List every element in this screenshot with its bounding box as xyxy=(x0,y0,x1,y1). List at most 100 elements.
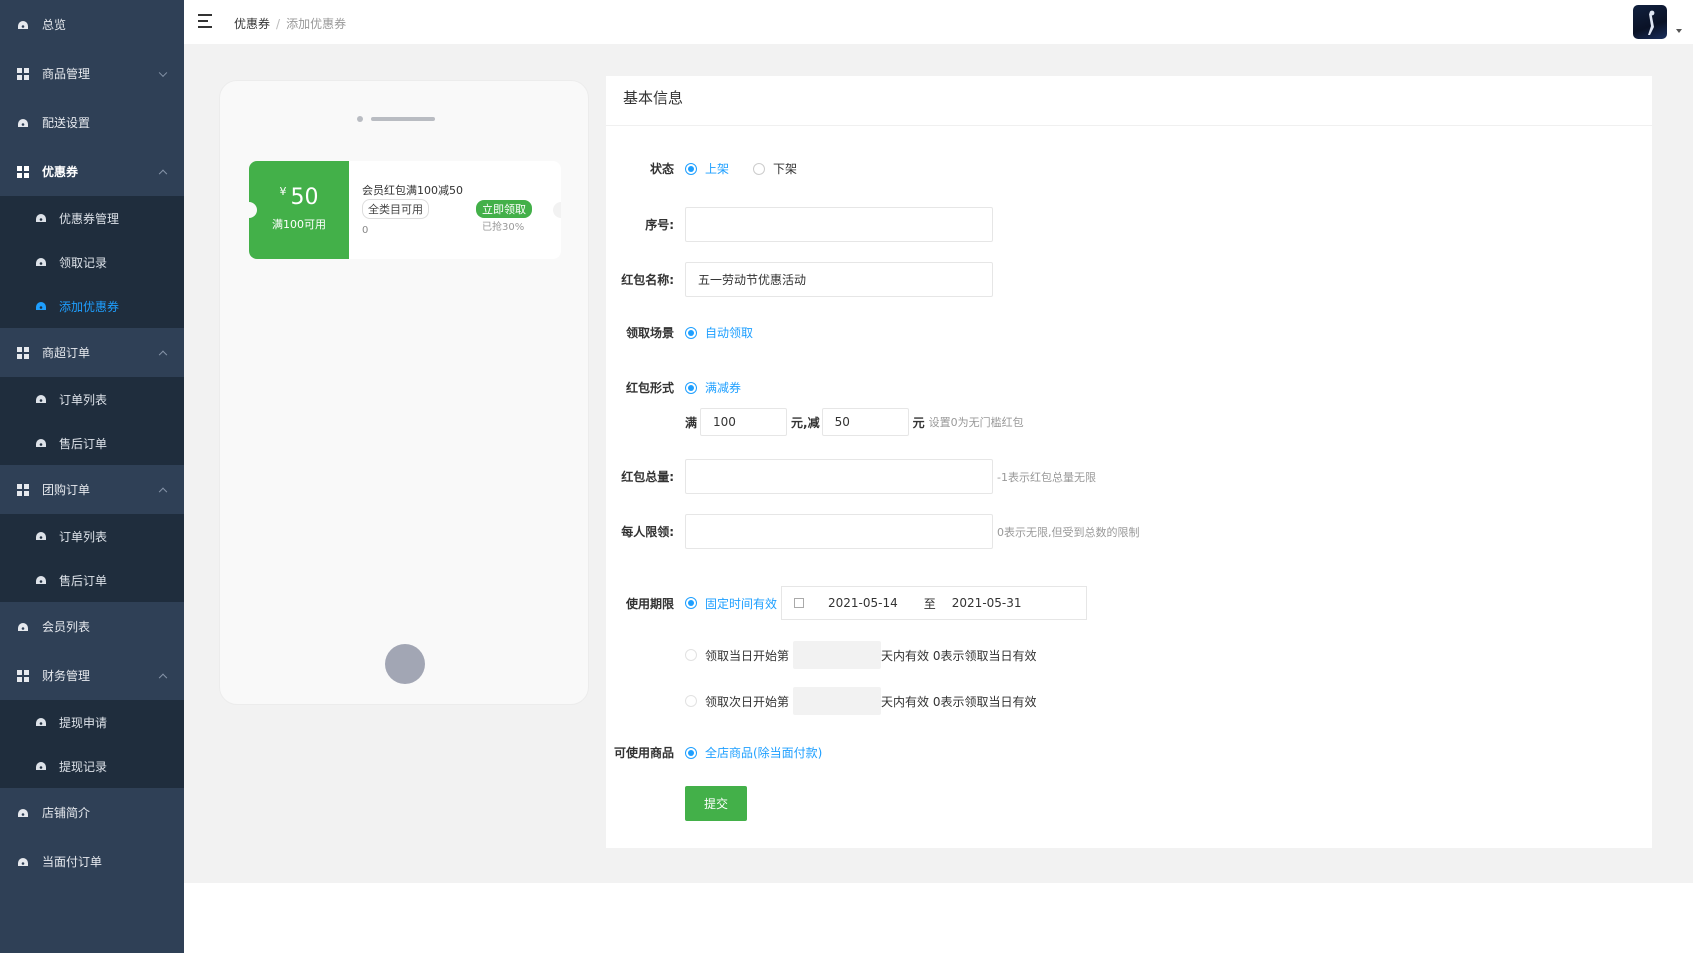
sidebar-item-coupons[interactable]: 优惠券 xyxy=(0,147,184,196)
basic-info-card: 基本信息 状态 上架 下架 序号: 红包名称: 五一劳动节优惠活动 领取场景 自… xyxy=(606,76,1652,848)
sidebar-item-label: 售后订单 xyxy=(59,573,108,588)
dashboard-icon xyxy=(34,573,48,587)
dashboard-icon xyxy=(34,392,48,406)
chevron-down-icon xyxy=(158,68,168,77)
phone-home-button[interactable] xyxy=(385,644,425,684)
sidebar-item-order-list[interactable]: 订单列表 xyxy=(0,377,184,421)
sidebar-item-label: 商品管理 xyxy=(42,67,91,81)
threshold-hint: 设置0为无门槛红包 xyxy=(928,416,1024,429)
row-name: 红包名称: xyxy=(606,262,993,297)
calendar-icon xyxy=(794,598,805,608)
coupon-tag: 全类目可用 xyxy=(362,199,429,219)
sidebar-item-label: 优惠券 xyxy=(42,165,79,179)
coupon-condition: 满100可用 xyxy=(272,218,326,231)
date-range-picker[interactable]: 2021-05-14 至 2021-05-31 xyxy=(781,586,1088,620)
sidebar-item-group-order-list[interactable]: 订单列表 xyxy=(0,514,184,558)
menu-toggle-icon[interactable] xyxy=(198,14,214,28)
sidebar-item-claim-records[interactable]: 领取记录 xyxy=(0,240,184,284)
dashboard-icon xyxy=(16,620,30,634)
breadcrumb-parent[interactable]: 优惠券 xyxy=(234,17,270,31)
top-header: 优惠券 / 添加优惠券 xyxy=(184,0,1693,44)
coupon-get-button[interactable]: 立即领取 xyxy=(476,200,532,218)
sidebar-item-label: 团购订单 xyxy=(42,483,91,497)
coupon-card: ¥50 满100可用 会员红包满100减50 全类目可用 0 立即领取 已抢30… xyxy=(249,161,561,259)
row-scene: 领取场景 自动领取 xyxy=(606,324,777,341)
radio-scene-auto[interactable]: 自动领取 xyxy=(685,324,753,341)
threshold-minus-input[interactable] xyxy=(821,408,909,436)
per-user-input[interactable] xyxy=(685,514,993,549)
name-input[interactable] xyxy=(685,262,993,297)
sidebar-item-group-after-sale[interactable]: 售后订单 xyxy=(0,558,184,602)
sidebar-item-label: 配送设置 xyxy=(42,116,91,130)
sidebar-item-market-orders[interactable]: 商超订单 xyxy=(0,328,184,377)
sidebar-item-label: 商超订单 xyxy=(42,346,91,360)
sidebar-item-overview[interactable]: 总览 xyxy=(0,0,184,49)
coupon-value-panel: ¥50 满100可用 xyxy=(249,161,349,259)
row-period-today: 领取当日开始第 天内有效 0表示领取当日有效 xyxy=(606,641,1036,669)
dashboard-icon xyxy=(34,211,48,225)
row-period: 使用期限 固定时间有效 2021-05-14 至 2021-05-31 xyxy=(606,586,1088,620)
name-label: 红包名称: xyxy=(621,273,674,287)
chevron-up-icon xyxy=(158,487,168,496)
radio-period-today[interactable]: 领取当日开始第 xyxy=(685,647,789,664)
sidebar-item-label: 总览 xyxy=(42,18,67,32)
avatar[interactable] xyxy=(1633,5,1667,39)
threshold-suffix: 元 xyxy=(912,415,925,430)
radio-period-fixed[interactable]: 固定时间有效 xyxy=(685,595,777,612)
sidebar-item-label: 店铺简介 xyxy=(42,806,91,820)
dashboard-icon xyxy=(34,255,48,269)
period-next-days-input[interactable] xyxy=(793,687,882,715)
sidebar-item-store-intro[interactable]: 店铺简介 xyxy=(0,788,184,837)
sidebar-item-products[interactable]: 商品管理 xyxy=(0,49,184,98)
sidebar-item-label: 售后订单 xyxy=(59,436,108,451)
grid-icon xyxy=(16,346,30,360)
dashboard-icon xyxy=(34,715,48,729)
main-content: ¥50 满100可用 会员红包满100减50 全类目可用 0 立即领取 已抢30… xyxy=(184,44,1693,883)
goods-label: 可使用商品 xyxy=(613,746,674,760)
breadcrumb: 优惠券 / 添加优惠券 xyxy=(234,17,347,31)
sidebar-item-label: 提现申请 xyxy=(59,715,108,730)
radio-form-full-reduce[interactable]: 满减券 xyxy=(685,379,741,396)
sidebar-item-finance[interactable]: 财务管理 xyxy=(0,651,184,700)
sidebar-item-label: 财务管理 xyxy=(42,669,91,683)
period-next-suffix: 天内有效 0表示领取当日有效 xyxy=(881,694,1037,709)
row-threshold: 满 元,减 元 设置0为无门槛红包 xyxy=(606,408,1024,436)
submit-button[interactable]: 提交 xyxy=(685,786,747,821)
row-total: 红包总量: -1表示红包总量无限 xyxy=(606,459,1096,494)
threshold-full-input[interactable] xyxy=(700,408,788,436)
dashboard-icon xyxy=(16,855,30,869)
sidebar-item-label: 订单列表 xyxy=(59,392,108,407)
sidebar-item-add-coupon[interactable]: 添加优惠券 xyxy=(0,284,184,328)
caret-down-icon[interactable] xyxy=(1676,29,1682,33)
order-label: 序号: xyxy=(645,218,674,232)
total-input[interactable] xyxy=(685,459,993,494)
status-label: 状态 xyxy=(649,162,674,176)
sidebar-item-members[interactable]: 会员列表 xyxy=(0,602,184,651)
coupon-grabbed: 已抢30% xyxy=(482,222,525,233)
coupon-amount: 50 xyxy=(290,185,319,210)
row-status: 状态 上架 下架 xyxy=(606,160,821,177)
footer-area xyxy=(184,883,1693,953)
radio-period-next[interactable]: 领取次日开始第 xyxy=(685,693,789,710)
sidebar-item-withdraw-records[interactable]: 提现记录 xyxy=(0,744,184,788)
period-today-days-input[interactable] xyxy=(793,641,882,669)
radio-goods-all[interactable]: 全店商品(除当面付款) xyxy=(685,744,822,761)
phone-camera-icon xyxy=(357,116,363,122)
date-end: 2021-05-31 xyxy=(951,596,1022,610)
period-label: 使用期限 xyxy=(625,596,674,611)
radio-status-off[interactable]: 下架 xyxy=(753,160,797,177)
sidebar-item-face-pay-orders[interactable]: 当面付订单 xyxy=(0,837,184,886)
sidebar-item-after-sale[interactable]: 售后订单 xyxy=(0,421,184,465)
radio-status-on[interactable]: 上架 xyxy=(685,160,729,177)
sidebar-item-delivery[interactable]: 配送设置 xyxy=(0,98,184,147)
sidebar-item-coupon-manage[interactable]: 优惠券管理 xyxy=(0,196,184,240)
coupon-notch-right xyxy=(553,202,561,218)
sidebar-item-group-orders[interactable]: 团购订单 xyxy=(0,465,184,514)
grid-icon xyxy=(16,669,30,683)
card-title: 基本信息 xyxy=(606,76,1652,126)
dashboard-icon xyxy=(16,116,30,130)
sidebar-item-withdraw-apply[interactable]: 提现申请 xyxy=(0,700,184,744)
row-order: 序号: xyxy=(606,207,993,242)
order-input[interactable] xyxy=(685,207,993,242)
dashboard-icon xyxy=(16,806,30,820)
